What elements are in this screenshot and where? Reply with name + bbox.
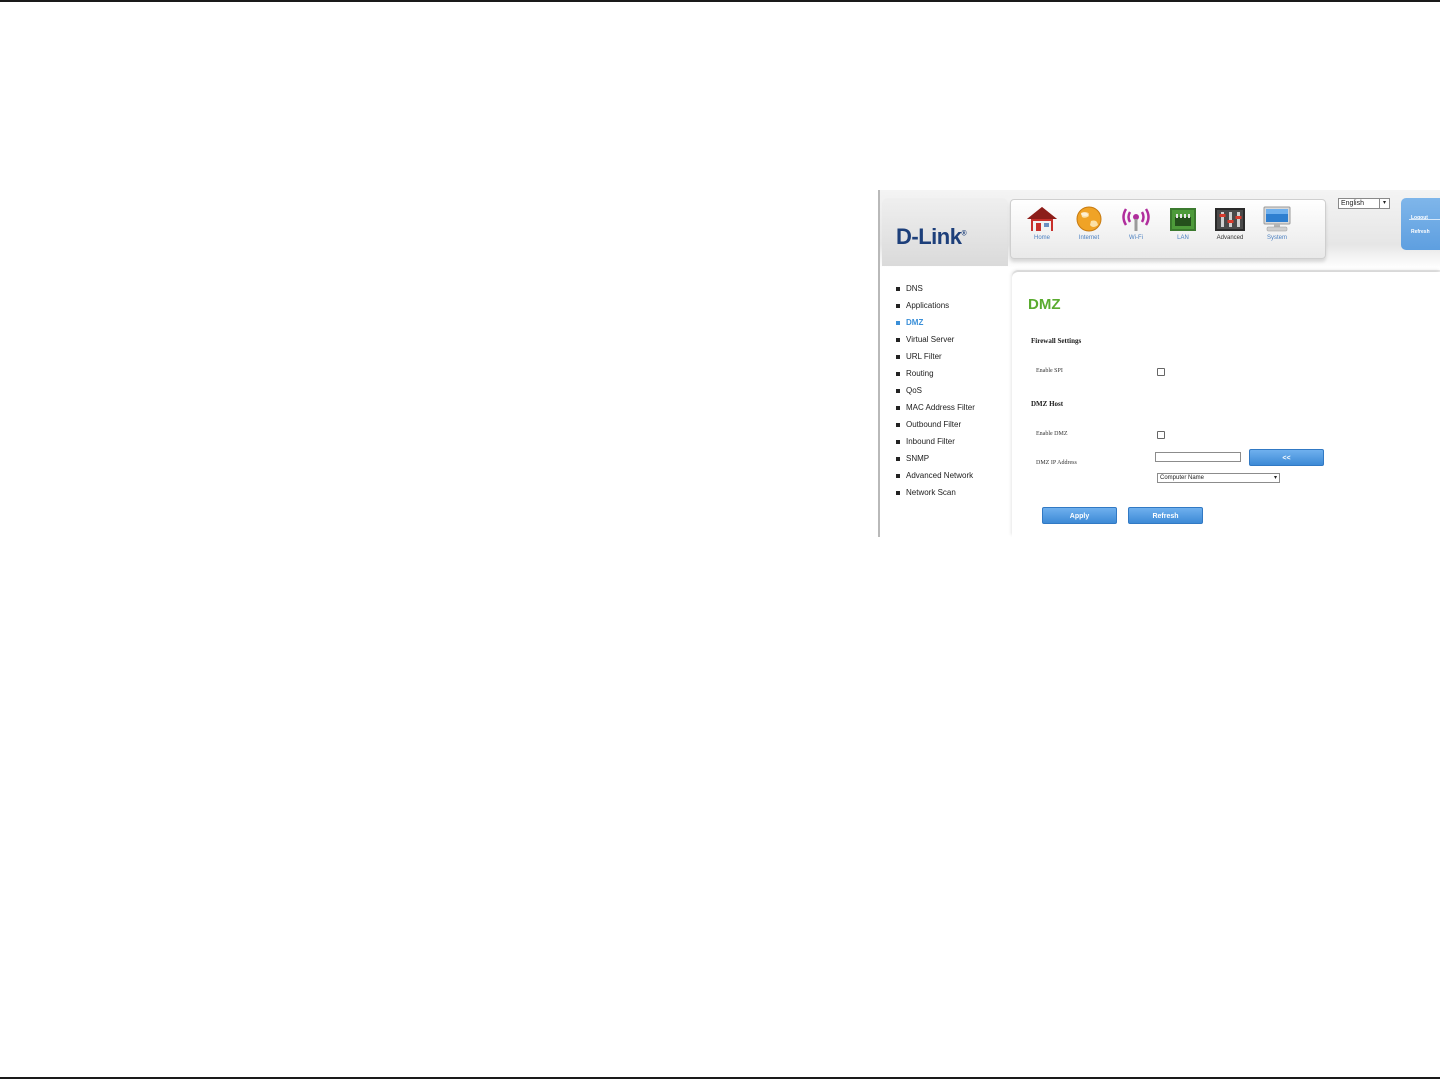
enable-spi-label: Enable SPI <box>1036 368 1063 374</box>
menu-item-applications[interactable]: Applications <box>896 301 975 318</box>
logout-link[interactable]: Logout <box>1411 215 1428 221</box>
top-navigation: Home Internet Wi-Fi LAN Advanced System <box>1010 199 1326 259</box>
wifi-icon <box>1122 208 1150 231</box>
menu-item-network-scan[interactable]: Network Scan <box>896 488 975 505</box>
refresh-link[interactable]: Refresh <box>1411 229 1430 235</box>
nav-advanced[interactable]: Advanced <box>1207 205 1253 253</box>
side-menu: DNS Applications DMZ Virtual Server URL … <box>896 284 975 505</box>
enable-dmz-checkbox[interactable] <box>1157 431 1165 439</box>
menu-item-dns[interactable]: DNS <box>896 284 975 301</box>
page-title: DMZ <box>1028 296 1061 313</box>
top-rule <box>0 0 1440 2</box>
refresh-button[interactable]: Refresh <box>1128 507 1203 524</box>
system-icon <box>1263 206 1291 232</box>
dmz-ip-label: DMZ IP Address <box>1036 460 1077 466</box>
menu-item-snmp[interactable]: SNMP <box>896 454 975 471</box>
nav-internet[interactable]: Internet <box>1066 205 1112 253</box>
firewall-settings-heading: Firewall Settings <box>1031 337 1082 345</box>
menu-item-routing[interactable]: Routing <box>896 369 975 386</box>
nav-lan[interactable]: LAN <box>1160 205 1206 253</box>
menu-item-mac-address-filter[interactable]: MAC Address Filter <box>896 403 975 420</box>
nav-wifi[interactable]: Wi-Fi <box>1113 205 1159 253</box>
nav-system[interactable]: System <box>1254 205 1300 253</box>
logo-panel: D-Link® <box>882 198 1008 266</box>
nav-home[interactable]: Home <box>1019 205 1065 253</box>
language-select[interactable]: English ▾ <box>1338 198 1390 209</box>
globe-icon <box>1076 206 1102 232</box>
menu-item-inbound-filter[interactable]: Inbound Filter <box>896 437 975 454</box>
menu-item-advanced-network[interactable]: Advanced Network <box>896 471 975 488</box>
home-icon <box>1027 207 1057 231</box>
apply-button[interactable]: Apply <box>1042 507 1117 524</box>
enable-spi-checkbox[interactable] <box>1157 368 1165 376</box>
lan-icon <box>1170 208 1196 231</box>
computer-name-select[interactable]: Computer Name ▾ <box>1157 473 1280 483</box>
chevron-down-icon: ▾ <box>1273 475 1277 481</box>
menu-item-url-filter[interactable]: URL Filter <box>896 352 975 369</box>
menu-item-outbound-filter[interactable]: Outbound Filter <box>896 420 975 437</box>
router-ui-screenshot: D-Link® Home Internet Wi-Fi LAN Advanced… <box>878 190 1440 537</box>
bottom-rule <box>0 1077 1440 1079</box>
menu-item-dmz[interactable]: DMZ <box>896 318 975 335</box>
dmz-host-heading: DMZ Host <box>1031 400 1064 408</box>
user-panel-divider <box>1409 219 1440 220</box>
enable-dmz-label: Enable DMZ <box>1036 431 1068 437</box>
user-panel: Logout Refresh <box>1401 198 1440 250</box>
advanced-icon <box>1215 208 1245 231</box>
copy-computer-ip-button[interactable]: << <box>1249 449 1324 466</box>
dmz-ip-input[interactable] <box>1155 452 1241 462</box>
content-panel <box>1012 272 1440 537</box>
menu-item-qos[interactable]: QoS <box>896 386 975 403</box>
dlink-logo: D-Link® <box>896 224 967 249</box>
menu-item-virtual-server[interactable]: Virtual Server <box>896 335 975 352</box>
chevron-down-icon: ▾ <box>1379 199 1389 208</box>
